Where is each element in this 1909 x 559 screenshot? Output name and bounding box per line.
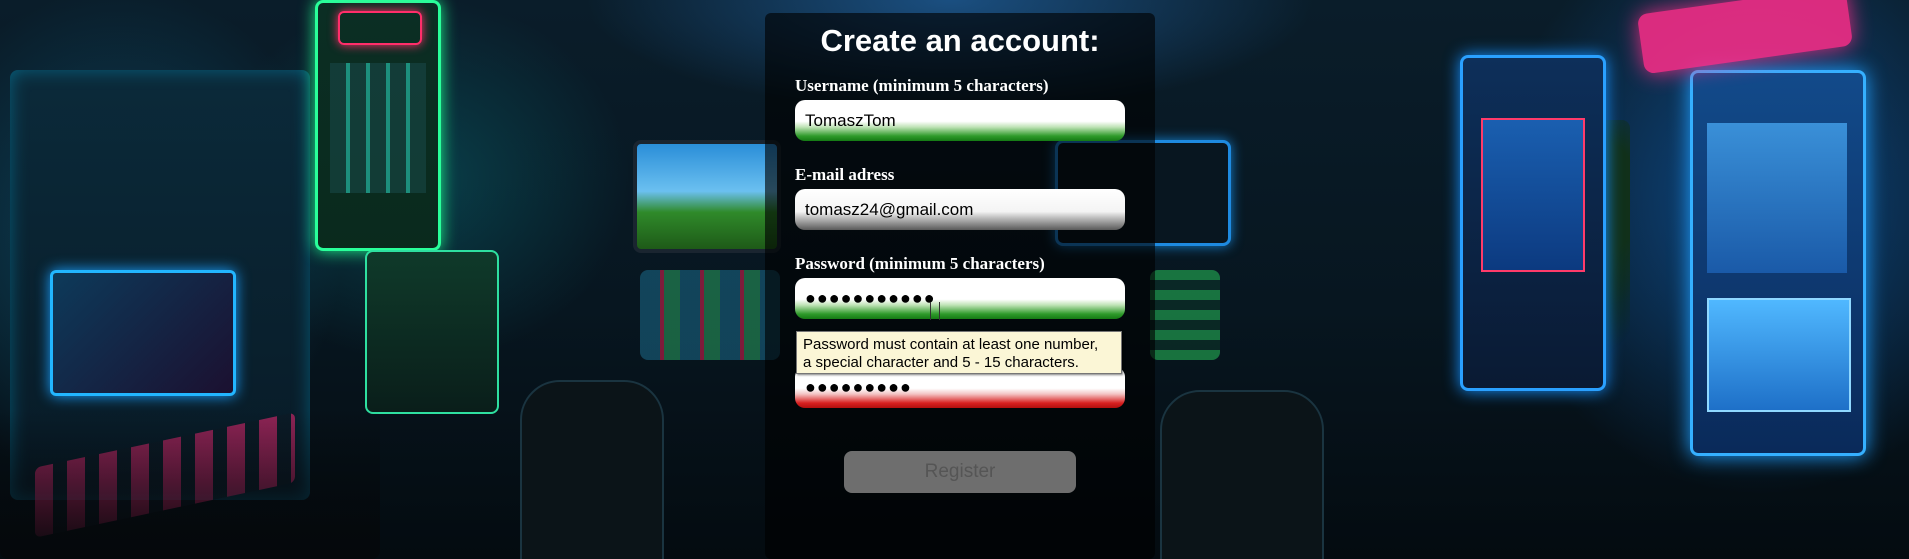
password-label: Password (minimum 5 characters): [795, 254, 1045, 273]
slot-machine-screen: [1481, 118, 1585, 272]
username-input[interactable]: TomaszTom: [795, 100, 1125, 141]
email-label: E-mail adress: [795, 165, 895, 184]
slot-machine-lower-screen: [1707, 298, 1851, 412]
slot-machine-screen: [1707, 123, 1847, 273]
tooltip-line-2: a special character and 5 - 15 character…: [803, 354, 1079, 371]
register-button[interactable]: Register: [844, 451, 1076, 493]
neon-sign: [1636, 0, 1854, 75]
password-confirm-value: ●●●●●●●●●: [805, 377, 912, 397]
page-title: Create an account:: [820, 23, 1100, 58]
arcade-game-right: [1150, 270, 1220, 360]
username-value: TomaszTom: [805, 110, 896, 130]
password-tooltip: Password must contain at least one numbe…: [796, 331, 1122, 374]
slot-machine-tall: [315, 0, 441, 251]
email-value: tomasz24@gmail.com: [805, 199, 974, 219]
username-label: Username (minimum 5 characters): [795, 76, 1049, 95]
floor-shadow: [0, 410, 380, 559]
chair: [520, 380, 664, 559]
slot-machine-far-right: [1690, 70, 1866, 456]
slot-machine-screen: [50, 270, 236, 396]
slot-machine-right: [1460, 55, 1606, 391]
email-input[interactable]: tomasz24@gmail.com: [795, 189, 1125, 230]
arcade-screen: [633, 140, 781, 253]
slot-machine-mid: [365, 250, 499, 414]
chair: [1160, 390, 1324, 559]
arcade-games-row: [640, 270, 780, 360]
tooltip-line-1: Password must contain at least one numbe…: [803, 336, 1099, 353]
password-input[interactable]: ●●●●●●●●●●●: [795, 278, 1125, 319]
slot-machine-sign: [338, 11, 422, 45]
password-value: ●●●●●●●●●●●: [805, 288, 936, 308]
slot-machine-reels: [330, 63, 426, 193]
text-cursor-icon: [930, 302, 940, 320]
